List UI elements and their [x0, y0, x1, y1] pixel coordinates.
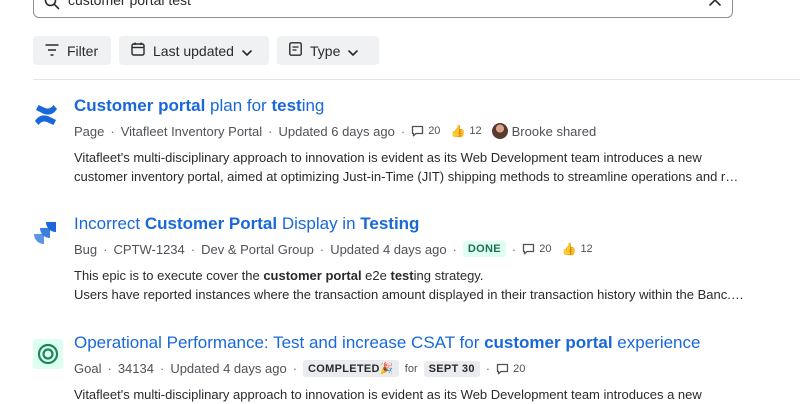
result-meta: Bug · CPTW-1234 · Dev & Portal Group · U…: [74, 241, 593, 257]
filter-toolbar: Filter Last updated Type: [33, 36, 379, 65]
chevron-down-icon: [242, 43, 252, 59]
result-title-link[interactable]: Incorrect Customer Portal Display in Tes…: [74, 214, 419, 234]
goal-icon: [33, 339, 63, 369]
avatar: [491, 123, 508, 139]
comment-count: 20: [539, 243, 552, 255]
result-meta: Page · Vitafleet Inventory Portal · Upda…: [74, 123, 597, 139]
filter-button[interactable]: Filter: [33, 36, 111, 65]
result-updated: Updated 4 days ago: [170, 361, 287, 376]
for-label: for: [404, 362, 418, 375]
result-updated: Updated 4 days ago: [330, 241, 447, 257]
calendar-icon: [131, 42, 145, 59]
search-box[interactable]: [33, 0, 733, 18]
result-project: Dev & Portal Group: [201, 241, 314, 257]
result-meta: Goal · 34134 · Updated 4 days ago · COMP…: [74, 360, 526, 377]
filter-label: Filter: [67, 42, 99, 59]
thumbs-up-icon: 👍: [450, 124, 466, 138]
result-snippet-line: customer inventory portal, aimed at opti…: [74, 169, 744, 184]
party-emoji: 🎉: [379, 363, 394, 375]
result-updated: Updated 6 days ago: [278, 123, 395, 139]
clear-search-icon[interactable]: [708, 0, 722, 12]
like-count: 12: [469, 125, 482, 137]
comment-count: 20: [513, 362, 526, 375]
comment-count: 20: [428, 125, 441, 137]
result-snippet-line: Users have reported instances where the …: [74, 287, 744, 302]
comment-icon: [522, 243, 535, 255]
chevron-down-icon: [348, 43, 359, 59]
result-type: Page: [74, 123, 105, 139]
document-icon: [289, 42, 302, 59]
status-badge: COMPLETED🎉: [303, 360, 399, 377]
last-updated-label: Last updated: [153, 42, 234, 59]
result-snippet-line: Vitafleet's multi-disciplinary approach …: [74, 387, 702, 402]
result-type: Goal: [74, 361, 102, 376]
goal-key: 34134: [117, 361, 154, 376]
result-snippet-line: Vitafleet's multi-disciplinary approach …: [74, 150, 702, 165]
comment-icon: [496, 363, 509, 375]
search-input[interactable]: [68, 0, 668, 8]
issue-key: CPTW-1234: [113, 241, 185, 257]
thumbs-up-icon: 👍: [561, 242, 577, 256]
filter-icon: [45, 43, 59, 59]
type-dropdown[interactable]: Type: [277, 36, 379, 65]
search-icon: [44, 0, 60, 15]
result-type: Bug: [74, 241, 98, 257]
type-label: Type: [310, 42, 341, 59]
result-title-link[interactable]: Operational Performance: Test and increa…: [74, 333, 700, 353]
result-snippet-line: This epic is to execute cover the custom…: [74, 268, 484, 283]
jira-icon: [33, 220, 63, 250]
confluence-icon: [33, 102, 63, 132]
result-title-link[interactable]: Customer portal plan for testing: [74, 96, 324, 116]
shared-by: Brooke shared: [511, 123, 597, 139]
comment-icon: [411, 125, 424, 137]
last-updated-dropdown[interactable]: Last updated: [119, 36, 269, 65]
like-count: 12: [580, 243, 593, 255]
result-space: Vitafleet Inventory Portal: [120, 123, 263, 139]
status-badge: DONE: [462, 241, 506, 257]
divider: [33, 79, 800, 80]
target-date-badge: SEPT 30: [423, 360, 480, 377]
